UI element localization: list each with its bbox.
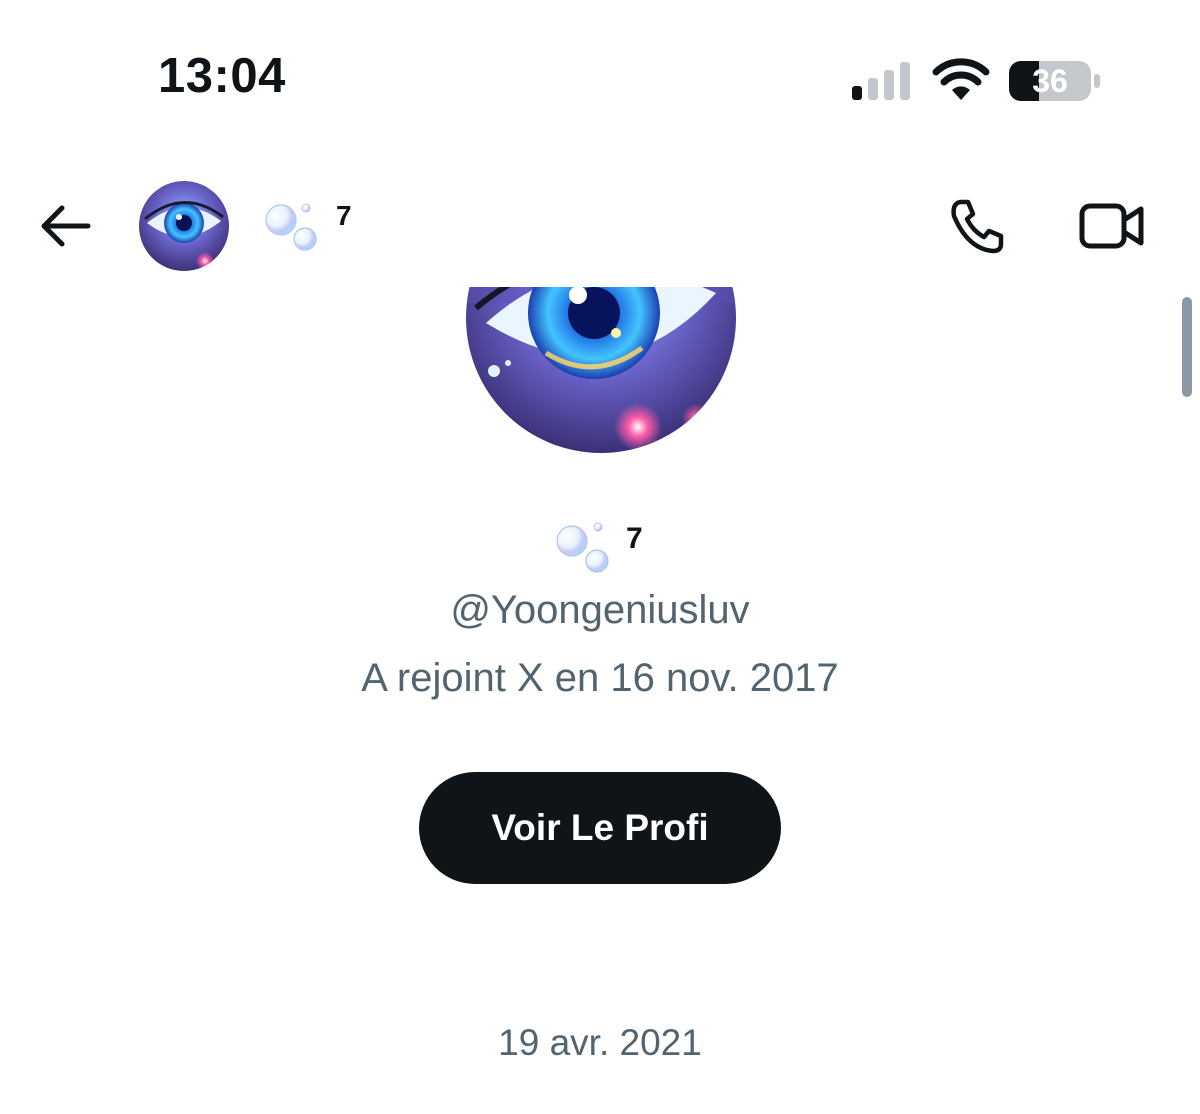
bubbles-icon [555, 521, 613, 575]
header-avatar[interactable] [139, 181, 229, 271]
battery-level: 36 [1032, 63, 1068, 99]
back-arrow-icon[interactable] [36, 198, 96, 254]
view-profile-button[interactable]: Voir Le Profi [419, 772, 781, 884]
video-call-icon[interactable] [1078, 200, 1146, 252]
bubbles-icon [263, 200, 323, 254]
status-time: 13:04 [158, 49, 286, 103]
profile-joined-date: A rejoint X en 16 nov. 2017 [361, 656, 839, 700]
battery-icon: 36 [1008, 60, 1104, 102]
profile-display-name: 7 [626, 522, 643, 555]
profile-avatar[interactable] [466, 287, 736, 455]
scrollbar[interactable] [1182, 297, 1192, 397]
header-display-name[interactable]: 7 [336, 200, 352, 232]
phone-icon[interactable] [946, 196, 1008, 256]
profile-handle: @Yoongeniusluv [450, 588, 750, 632]
conversation-date-separator: 19 avr. 2021 [498, 1022, 702, 1063]
cellular-signal-icon [852, 60, 916, 102]
wifi-icon [932, 58, 990, 102]
